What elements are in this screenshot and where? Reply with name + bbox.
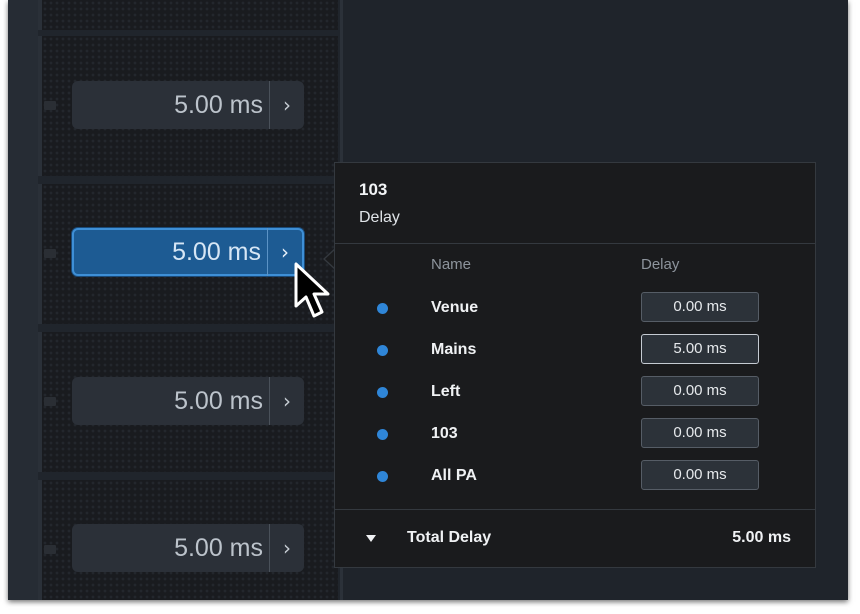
chevron-right-icon[interactable]: ›: [270, 81, 304, 129]
delay-button-value: 5.00 ms: [174, 90, 263, 119]
dot-icon: [377, 345, 388, 356]
popover-subtitle: Delay: [359, 209, 400, 226]
triangle-down-icon[interactable]: [366, 535, 376, 542]
popover-title: 103: [359, 180, 388, 199]
delay-button-1[interactable]: 5.00 ms ›: [72, 81, 304, 129]
row-name: All PA: [431, 467, 477, 484]
delay-button-value: 5.00 ms: [174, 386, 263, 415]
row-name: Mains: [431, 341, 477, 358]
row-delay-field[interactable]: 0.00 ms: [641, 376, 759, 406]
popover-divider-bottom: [335, 509, 815, 510]
chevron-right-icon[interactable]: ›: [270, 524, 304, 572]
delay-button-4[interactable]: 5.00 ms ›: [72, 524, 304, 572]
popover-divider: [335, 243, 815, 244]
row-delay-field[interactable]: 5.00 ms: [641, 334, 759, 364]
delay-row-all-pa: All PA 0.00 ms: [335, 459, 815, 493]
row-name: Left: [431, 383, 461, 400]
total-delay-value: 5.00 ms: [732, 529, 791, 546]
total-delay-label: Total Delay: [407, 529, 492, 546]
delay-button-value: 5.00 ms: [174, 533, 263, 562]
delay-button-value: 5.00 ms: [172, 237, 261, 266]
app-window: 5.00 ms › 5.00 ms › 5.00 ms › 5.00 ms › …: [8, 0, 848, 600]
channel-panel-3: 5.00 ms ›: [38, 332, 338, 472]
delay-button-3[interactable]: 5.00 ms ›: [72, 377, 304, 425]
delay-row-left: Left 0.00 ms: [335, 375, 815, 409]
dot-icon: [377, 303, 388, 314]
row-delay-field[interactable]: 0.00 ms: [641, 418, 759, 448]
delay-row-venue: Venue 0.00 ms: [335, 291, 815, 325]
delay-popover: 103 Delay Name Delay Venue 0.00 ms Mains…: [334, 162, 816, 568]
channel-panel-1: 5.00 ms ›: [38, 36, 338, 176]
dot-icon: [377, 429, 388, 440]
dot-icon: [377, 387, 388, 398]
delay-row-103: 103 0.00 ms: [335, 417, 815, 451]
channel-chip-icon: [44, 397, 56, 406]
channel-panel-4: 5.00 ms ›: [38, 480, 338, 600]
row-delay-field[interactable]: 0.00 ms: [641, 460, 759, 490]
column-header-name: Name: [431, 256, 472, 273]
row-delay-field[interactable]: 0.00 ms: [641, 292, 759, 322]
column-header-delay: Delay: [641, 256, 680, 273]
dot-icon: [377, 471, 388, 482]
row-name: Venue: [431, 299, 479, 316]
channel-panel-top: [38, 0, 338, 30]
row-name: 103: [431, 425, 458, 442]
mouse-pointer-icon: [294, 262, 330, 318]
delay-button-2-selected[interactable]: 5.00 ms ›: [72, 228, 304, 276]
left-edge-strip: [8, 0, 40, 600]
delay-row-mains: Mains 5.00 ms: [335, 333, 815, 367]
channel-chip-icon: [44, 101, 56, 110]
chevron-right-icon[interactable]: ›: [270, 377, 304, 425]
channel-chip-icon: [44, 545, 56, 554]
channel-chip-icon: [44, 249, 56, 258]
